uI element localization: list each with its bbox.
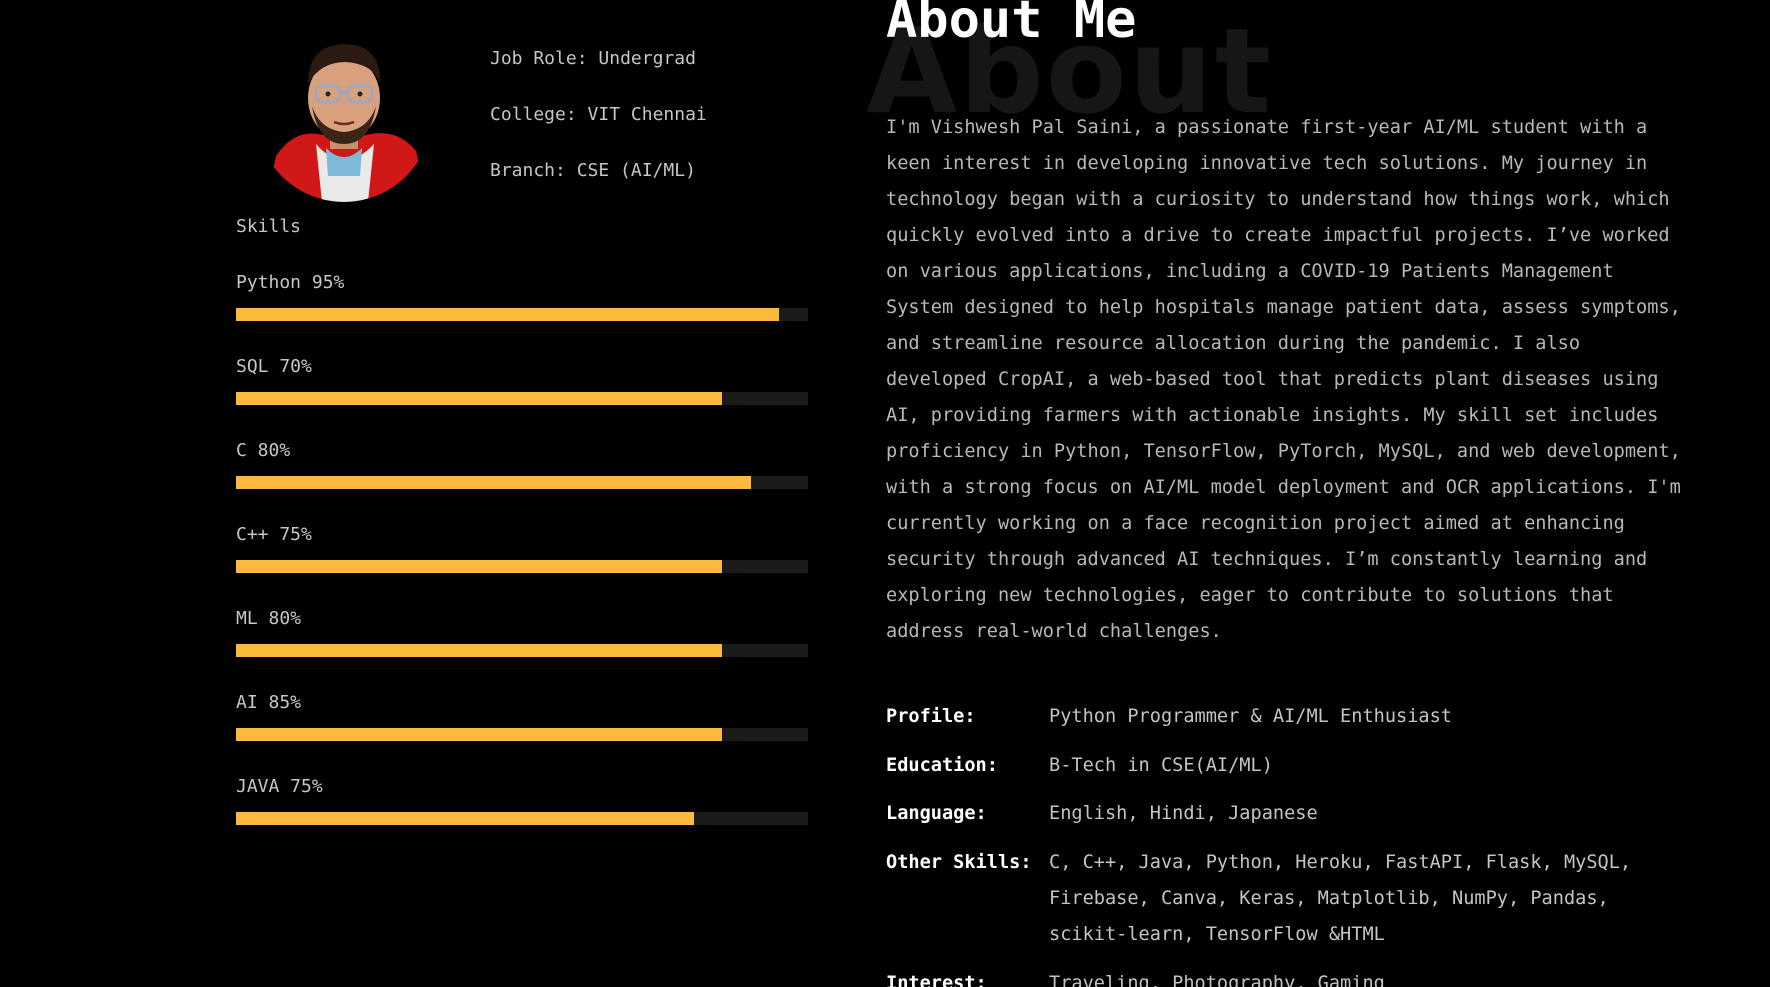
skill-bar-track xyxy=(236,644,808,657)
college-info: College: VIT Chennai xyxy=(490,104,707,125)
skill-bar-track xyxy=(236,476,808,489)
section-title: About Me xyxy=(886,0,1137,50)
skill-label: C++ 75% xyxy=(236,524,312,545)
skill-bar-fill xyxy=(236,476,751,489)
detail-value: C, C++, Java, Python, Heroku, FastAPI, F… xyxy=(1049,852,1632,945)
detail-value: B-Tech in CSE(AI/ML) xyxy=(1049,755,1273,776)
skill-cpp: C++ 75% xyxy=(236,524,808,573)
skills-heading: Skills xyxy=(236,216,302,237)
skill-java: JAVA 75% xyxy=(236,776,808,825)
bio-paragraph: I'm Vishwesh Pal Saini, a passionate fir… xyxy=(886,117,1681,642)
skill-bar-track xyxy=(236,728,808,741)
skill-label: Python 95% xyxy=(236,272,345,293)
skill-bar-track xyxy=(236,560,808,573)
job-role-value: Undergrad xyxy=(598,48,696,69)
skill-bar-fill xyxy=(236,392,723,405)
skill-bar-fill xyxy=(236,644,723,657)
skill-bar-track xyxy=(236,308,808,321)
skill-ml: ML 80% xyxy=(236,608,808,657)
detail-label: Language: xyxy=(886,803,987,824)
skill-sql: SQL 70% xyxy=(236,356,808,405)
skill-label: C 80% xyxy=(236,440,291,461)
skill-ai: AI 85% xyxy=(236,692,808,741)
skill-label: ML 80% xyxy=(236,608,302,629)
job-role-label: Job Role: xyxy=(490,48,588,69)
avatar-image xyxy=(256,26,432,202)
detail-value: Traveling, Photography, Gaming xyxy=(1049,973,1385,987)
skill-label: SQL 70% xyxy=(236,356,312,377)
skill-python: Python 95% xyxy=(236,272,808,321)
branch-value: CSE (AI/ML) xyxy=(576,160,696,181)
detail-label: Education: xyxy=(886,755,998,776)
detail-label: Profile: xyxy=(886,706,976,727)
skill-bar-fill xyxy=(236,812,694,825)
skill-label: AI 85% xyxy=(236,692,302,713)
skill-label: JAVA 75% xyxy=(236,776,323,797)
avatar xyxy=(256,26,432,202)
skill-bar-fill xyxy=(236,308,780,321)
skill-bar-fill xyxy=(236,560,723,573)
skill-bar-fill xyxy=(236,728,723,741)
about-section: Job Role: Undergrad College: VIT Chennai… xyxy=(0,0,1770,987)
skill-bar-track xyxy=(236,812,808,825)
detail-label: Other Skills: xyxy=(886,852,1032,873)
detail-value: English, Hindi, Japanese xyxy=(1049,803,1318,824)
branch-label: Branch: xyxy=(490,160,566,181)
detail-value: Python Programmer & AI/ML Enthusiast xyxy=(1049,706,1452,727)
college-label: College: xyxy=(490,104,577,125)
detail-label: Interest: xyxy=(886,973,987,987)
branch-info: Branch: CSE (AI/ML) xyxy=(490,160,696,181)
skill-bar-track xyxy=(236,392,808,405)
skill-c: C 80% xyxy=(236,440,808,489)
college-value: VIT Chennai xyxy=(587,104,707,125)
job-role-info: Job Role: Undergrad xyxy=(490,48,696,69)
